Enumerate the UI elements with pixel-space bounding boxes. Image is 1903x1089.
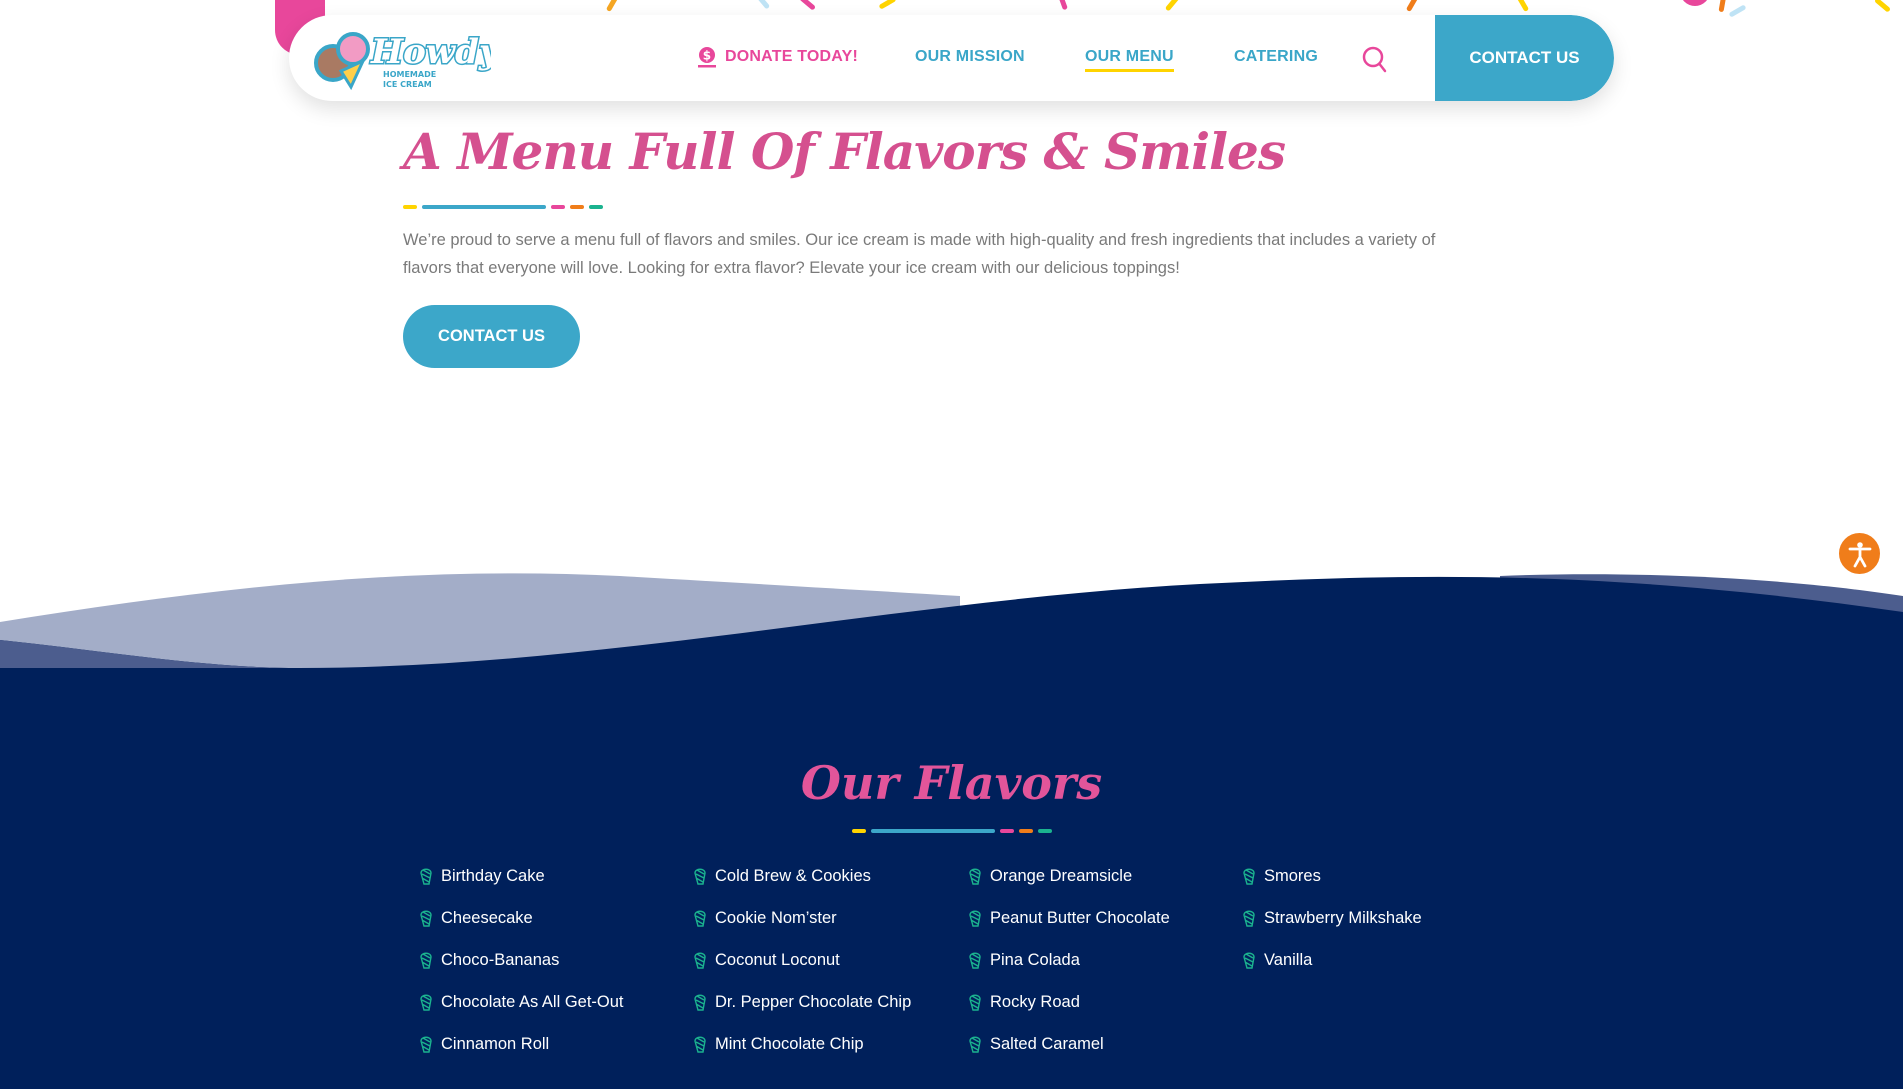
svg-text:$: $: [703, 49, 712, 63]
flavor-item: Dr. Pepper Chocolate Chip: [693, 981, 968, 1023]
flavor-name: Dr. Pepper Chocolate Chip: [715, 992, 912, 1011]
svg-text:Howdy: Howdy: [370, 32, 491, 72]
svg-text:ICE CREAM: ICE CREAM: [383, 80, 432, 89]
flavor-item: Mint Chocolate Chip: [693, 1023, 968, 1065]
search-icon[interactable]: [1361, 45, 1387, 78]
ice-cream-icon: [969, 994, 981, 1011]
nav-our-mission[interactable]: OUR MISSION: [915, 48, 1025, 66]
wave-divider: [0, 573, 1903, 675]
flavor-item: Vanilla: [1242, 939, 1516, 981]
top-nav: Howdy HOMEMADE ICE CREAM $ DONATE TODAY!…: [289, 15, 1614, 101]
ice-cream-icon: [694, 868, 706, 885]
intro-text: We’re proud to serve a menu full of flav…: [403, 231, 1436, 277]
flavor-name: Smores: [1264, 866, 1321, 885]
flavor-item: Cold Brew & Cookies: [693, 855, 968, 897]
flavor-item: Pina Colada: [968, 939, 1242, 981]
ice-cream-icon: [969, 952, 981, 969]
flavor-list: Birthday Cake Cheesecake Choco-Bananas Choc…: [419, 855, 1516, 1065]
ice-cream-icon: [694, 910, 706, 927]
ice-cream-icon: [694, 952, 706, 969]
flavors-divider: [852, 829, 1052, 833]
flavor-item: Smores: [1242, 855, 1516, 897]
ice-cream-icon: [1243, 910, 1255, 927]
nav-contact-button[interactable]: CONTACT US: [1435, 15, 1614, 101]
flavor-item: Cinnamon Roll: [419, 1023, 693, 1065]
flavor-name: Mint Chocolate Chip: [715, 1034, 864, 1053]
flavors-title: Our Flavors: [800, 756, 1103, 810]
donate-icon: $: [698, 47, 716, 68]
nav-donate[interactable]: $ DONATE TODAY!: [697, 46, 858, 68]
contact-us-button[interactable]: CONTACT US: [403, 305, 580, 368]
flavor-item: Rocky Road: [968, 981, 1242, 1023]
svg-text:HOMEMADE: HOMEMADE: [383, 70, 436, 79]
flavor-item: Chocolate As All Get-Out: [419, 981, 693, 1023]
flavor-name: Strawberry Milkshake: [1264, 908, 1422, 927]
nav-donate-label: DONATE TODAY!: [725, 48, 858, 65]
flavor-item: Peanut Butter Chocolate: [968, 897, 1242, 939]
flavor-item: Coconut Loconut: [693, 939, 968, 981]
flavor-name: Orange Dreamsicle: [990, 866, 1133, 885]
flavor-name: Cold Brew & Cookies: [715, 866, 871, 885]
flavor-name: Cinnamon Roll: [441, 1034, 550, 1053]
flavor-name: Chocolate As All Get-Out: [441, 992, 624, 1011]
flavor-name: Choco-Bananas: [441, 950, 560, 969]
flavor-name: Rocky Road: [990, 992, 1080, 1011]
flavor-name: Birthday Cake: [441, 866, 545, 885]
flavor-name: Cheesecake: [441, 908, 533, 927]
flavor-item: Salted Caramel: [968, 1023, 1242, 1065]
ice-cream-icon: [969, 1036, 981, 1053]
ice-cream-icon: [969, 910, 981, 927]
ice-cream-icon: [420, 994, 432, 1011]
nav-our-menu[interactable]: OUR MENU: [1085, 48, 1174, 72]
flavor-item: Cheesecake: [419, 897, 693, 939]
ice-cream-icon: [969, 868, 981, 885]
ice-cream-icon: [1243, 952, 1255, 969]
logo[interactable]: Howdy HOMEMADE ICE CREAM: [311, 21, 502, 95]
flavor-name: Salted Caramel: [990, 1034, 1104, 1053]
accessibility-button[interactable]: [1837, 531, 1882, 576]
ice-cream-icon: [694, 1036, 706, 1053]
flavor-item: Orange Dreamsicle: [968, 855, 1242, 897]
nav-catering[interactable]: CATERING: [1234, 48, 1318, 66]
ice-cream-icon: [420, 1036, 432, 1053]
flavor-name: Vanilla: [1264, 950, 1313, 969]
flavor-name: Coconut Loconut: [715, 950, 840, 969]
flavor-name: Cookie Nom’ster: [715, 908, 837, 927]
title-divider: [403, 205, 603, 209]
page-title: A Menu Full Of Flavors & Smiles: [403, 122, 1286, 181]
ice-cream-icon: [420, 952, 432, 969]
ice-cream-icon: [420, 910, 432, 927]
flavor-item: Birthday Cake: [419, 855, 693, 897]
flavor-item: Choco-Bananas: [419, 939, 693, 981]
flavor-name: Pina Colada: [990, 950, 1080, 969]
flavor-item: Strawberry Milkshake: [1242, 897, 1516, 939]
ice-cream-icon: [694, 994, 706, 1011]
accessibility-icon: [1848, 541, 1871, 567]
flavor-item: Cookie Nom’ster: [693, 897, 968, 939]
flavor-name: Peanut Butter Chocolate: [990, 908, 1170, 927]
ice-cream-icon: [1243, 868, 1255, 885]
ice-cream-icon: [420, 868, 432, 885]
